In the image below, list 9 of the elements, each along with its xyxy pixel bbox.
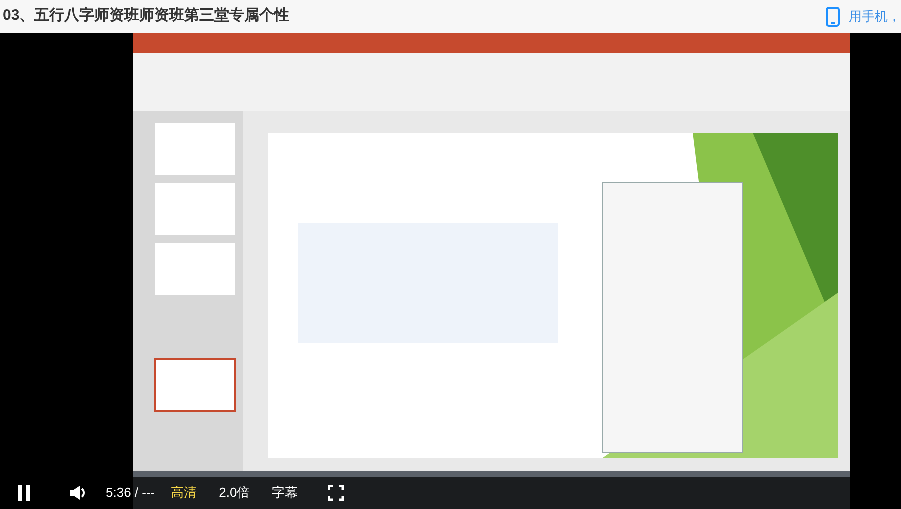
fullscreen-button[interactable]: [328, 485, 344, 501]
player-option-button[interactable]: 高清: [171, 483, 198, 503]
time-display: 5:36 / ---: [106, 484, 156, 502]
player-option-button[interactable]: 字幕: [272, 483, 298, 503]
video-title: 03、五行八字师资班师资班第三堂专属个性: [3, 6, 290, 26]
phone-icon: [826, 6, 840, 26]
fullscreen-icon: [328, 485, 344, 501]
pause-icon: [18, 485, 30, 501]
player-option-button[interactable]: 2.0倍: [219, 483, 250, 503]
